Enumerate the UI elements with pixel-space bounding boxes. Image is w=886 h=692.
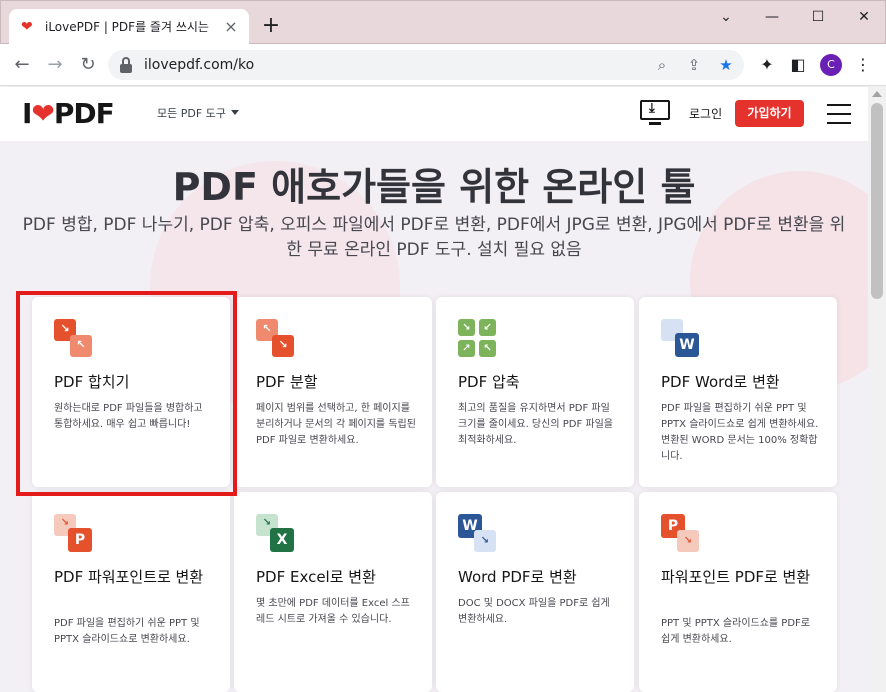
close-window-button[interactable]: ✕	[849, 5, 879, 29]
tool-card-compress[interactable]: ↘ ↙ ↗ ↖ PDF 압축 최고의 품질을 유지하면서 PDF 파일 크기를 …	[436, 297, 634, 487]
signup-button[interactable]: 가입하기	[735, 100, 804, 127]
site-header: I❤PDF 모든 PDF 도구 ⤓ 로그인 가입하기	[0, 87, 868, 141]
ilovepdf-favicon-icon: ❤	[21, 19, 33, 35]
main-content: PDF 애호가들을 위한 온라인 툴 PDF 병합, PDF 나누기, PDF …	[0, 141, 868, 692]
address-bar[interactable]: ilovepdf.com/ko ⌕ ⇪ ★	[108, 50, 744, 80]
tool-description: DOC 및 DOCX 파일을 PDF로 쉽게 변환하세요.	[458, 598, 610, 625]
excel-icon: ↘ X	[256, 514, 296, 554]
powerpoint-to-pdf-icon: P ↘	[661, 514, 701, 554]
share-icon[interactable]: ⇪	[684, 55, 704, 75]
new-tab-button[interactable]: +	[259, 15, 283, 39]
split-icon: ↖ ↘	[256, 319, 296, 359]
all-tools-label: 모든 PDF 도구	[157, 107, 226, 120]
tool-title: 파워포인트 PDF로 변환	[661, 568, 811, 586]
highlight-box	[16, 291, 237, 496]
all-tools-menu[interactable]: 모든 PDF 도구	[157, 105, 239, 123]
page-title: PDF 애호가들을 위한 온라인 툴	[172, 165, 696, 209]
compress-icon: ↘ ↙ ↗ ↖	[458, 319, 498, 359]
page-scrollbar[interactable]	[868, 87, 886, 692]
tool-description: PPT 및 PPTX 슬라이드쇼를 PDF로 쉽게 변환하세요.	[661, 618, 810, 645]
browser-tab-strip: ❤ iLovePDF | PDF를 즐겨 쓰시는 사 × + ⌄ — ☐ ✕	[0, 0, 886, 45]
reload-icon[interactable]: ↻	[75, 52, 101, 78]
tool-title: Word PDF로 변환	[458, 568, 577, 586]
extensions-icon[interactable]: ✦	[756, 54, 778, 76]
tool-description: PDF 파일을 편집하기 쉬운 PPT 및 PPTX 슬라이드쇼로 쉽게 변환하…	[661, 403, 819, 462]
forward-icon[interactable]: →	[42, 52, 68, 78]
tab-title: iLovePDF | PDF를 즐겨 쓰시는 사	[45, 20, 213, 34]
tool-card-pdf-to-excel[interactable]: ↘ X PDF Excel로 변환 몇 초만에 PDF 데이터를 Excel 스…	[234, 492, 432, 692]
chevron-down-icon[interactable]: ⌄	[711, 5, 741, 29]
tool-card-word-to-pdf[interactable]: W ↘ Word PDF로 변환 DOC 및 DOCX 파일을 PDF로 쉽게 …	[436, 492, 634, 692]
logo-pdf: PDF	[53, 97, 115, 130]
desktop-download-icon[interactable]: ⤓	[640, 100, 670, 126]
tool-title: PDF 분할	[256, 373, 318, 391]
scroll-up-arrow-icon[interactable]	[872, 91, 882, 97]
tool-card-pdf-to-powerpoint[interactable]: ↘ P PDF 파워포인트로 변환 PDF 파일을 편집하기 쉬운 PPT 및 …	[32, 492, 230, 692]
profile-avatar[interactable]: C	[820, 54, 842, 76]
powerpoint-icon: ↘ P	[54, 514, 94, 554]
bookmark-star-icon[interactable]: ★	[716, 55, 736, 75]
tool-description: 페이지 범위를 선택하고, 한 페이지를 분리하거나 문서의 각 페이지를 독립…	[256, 403, 416, 446]
browser-toolbar: ← → ↻ ilovepdf.com/ko ⌕ ⇪ ★ ✦ ◧ ⋮	[0, 44, 886, 86]
ilovepdf-logo[interactable]: I❤PDF	[22, 97, 115, 131]
word-to-pdf-icon: W ↘	[458, 514, 498, 554]
tool-description: 몇 초만에 PDF 데이터를 Excel 스프레드 시트로 가져올 수 있습니다…	[256, 598, 410, 625]
scroll-thumb[interactable]	[871, 103, 883, 299]
maximize-button[interactable]: ☐	[803, 5, 833, 29]
back-icon[interactable]: ←	[9, 52, 35, 78]
side-panel-icon[interactable]: ◧	[787, 54, 809, 76]
zoom-icon[interactable]: ⌕	[652, 55, 672, 75]
url-text[interactable]: ilovepdf.com/ko	[144, 56, 254, 74]
login-link[interactable]: 로그인	[689, 105, 722, 123]
tool-title: PDF Excel로 변환	[256, 568, 376, 586]
heart-icon: ❤	[31, 97, 54, 130]
hamburger-menu-icon[interactable]	[827, 104, 851, 124]
minimize-button[interactable]: —	[757, 5, 787, 29]
tool-description: 최고의 품질을 유지하면서 PDF 파일 크기를 줄이세요. 당신의 PDF 파…	[458, 403, 613, 446]
more-menu-icon[interactable]: ⋮	[852, 54, 874, 76]
logo-i: I	[22, 97, 32, 130]
word-icon: W	[661, 319, 701, 359]
tool-card-split[interactable]: ↖ ↘ PDF 분할 페이지 범위를 선택하고, 한 페이지를 분리하거나 문서…	[234, 297, 432, 487]
tool-title: PDF 압축	[458, 373, 520, 391]
tool-title: PDF 파워포인트로 변환	[54, 568, 204, 586]
browser-tab-active[interactable]: ❤ iLovePDF | PDF를 즐겨 쓰시는 사 ×	[9, 9, 249, 45]
tool-title: PDF Word로 변환	[661, 373, 780, 391]
tool-card-powerpoint-to-pdf[interactable]: P ↘ 파워포인트 PDF로 변환 PPT 및 PPTX 슬라이드쇼를 PDF로…	[639, 492, 837, 692]
lock-icon[interactable]	[120, 57, 132, 73]
page-subtitle: PDF 병합, PDF 나누기, PDF 압축, 오피스 파일에서 PDF로 변…	[22, 215, 846, 260]
tool-description: PDF 파일을 편집하기 쉬운 PPT 및 PPTX 슬라이드쇼로 변환하세요.	[54, 618, 200, 645]
tab-close-icon[interactable]: ×	[221, 17, 241, 37]
tool-card-pdf-to-word[interactable]: W PDF Word로 변환 PDF 파일을 편집하기 쉬운 PPT 및 PPT…	[639, 297, 837, 487]
caret-down-icon	[230, 110, 239, 115]
